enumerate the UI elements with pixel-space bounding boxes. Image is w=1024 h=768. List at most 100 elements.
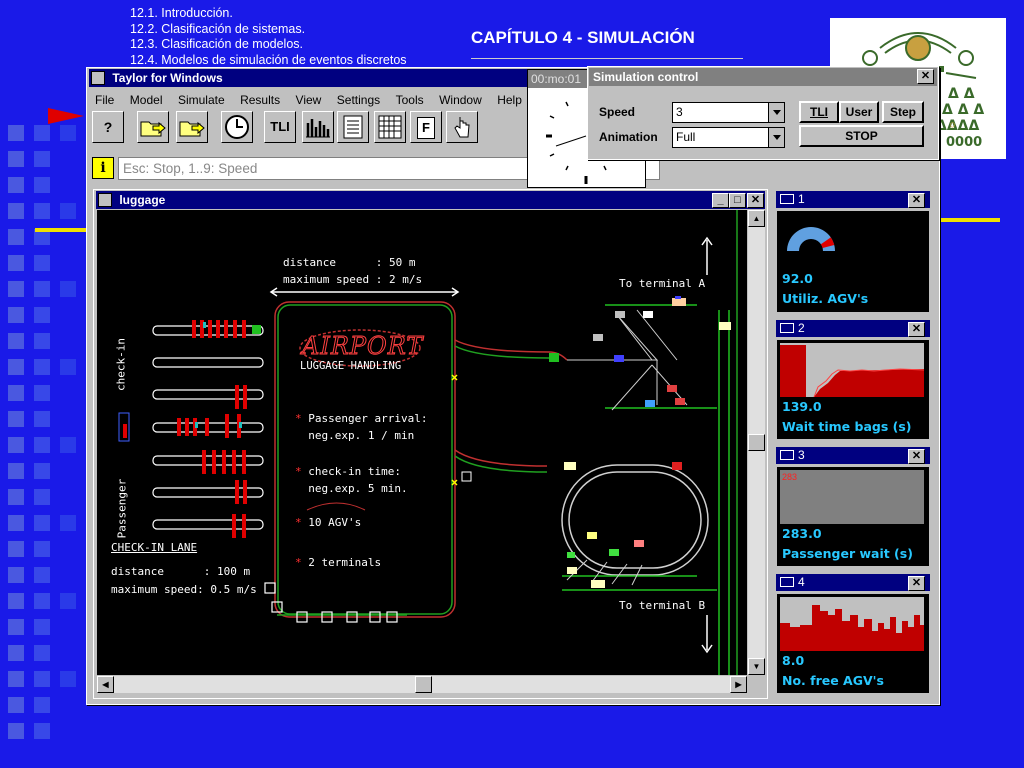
luggage-title-bar[interactable]: luggage (96, 191, 765, 209)
bullet-star-icon: * (295, 412, 302, 425)
svg-text:Δ Δ Δ: Δ Δ Δ (942, 102, 984, 118)
vertical-scrollbar[interactable]: ▲ ▼ (748, 210, 765, 675)
decor-square (34, 203, 50, 219)
decor-square (60, 359, 76, 375)
panel-label: Wait time bags (s) (782, 419, 912, 434)
decor-square (8, 463, 24, 479)
decor-square (8, 281, 24, 297)
clock-button[interactable] (221, 111, 253, 143)
menu-view[interactable]: View (296, 93, 322, 107)
to-terminal-b-label: To terminal B (619, 599, 706, 612)
decor-square (60, 515, 76, 531)
decor-square (34, 307, 50, 323)
menu-help[interactable]: Help (497, 93, 522, 107)
decor-square (34, 437, 50, 453)
panel-label: No. free AGV's (782, 673, 884, 688)
bar-chart-button[interactable] (302, 111, 334, 143)
simulation-control-window: Simulation control ✕ Speed 3 Animation F… (587, 66, 939, 160)
scroll-left-button[interactable]: ◀ (97, 676, 114, 693)
panel-close-button[interactable]: ✕ (908, 576, 925, 591)
scroll-thumb[interactable] (748, 434, 765, 451)
decor-square (8, 333, 24, 349)
folder-arrow-icon (179, 121, 205, 137)
f-file-icon: F (417, 117, 435, 139)
scroll-right-button[interactable]: ▶ (730, 676, 747, 693)
speed-bottom-label: maximum speed: 0.5 m/s (111, 583, 257, 596)
menu-results[interactable]: Results (240, 93, 280, 107)
tli-button[interactable]: TLI (799, 101, 839, 123)
toc-item: 12.2. Clasificación de sistemas. (130, 21, 306, 36)
toc-item: 12.3. Clasificación de modelos. (130, 37, 304, 51)
tli-toolbar-button[interactable]: TLI (264, 111, 296, 143)
chevron-down-icon (772, 135, 781, 140)
animation-dropdown-arrow[interactable] (768, 128, 784, 147)
decor-square (8, 541, 24, 557)
menu-tools[interactable]: Tools (396, 93, 424, 107)
report-button[interactable] (337, 111, 369, 143)
decor-square (8, 645, 24, 661)
user-button[interactable]: User (839, 101, 879, 123)
bar-chart-icon (306, 119, 330, 138)
maximize-button[interactable]: □ (729, 193, 746, 208)
decor-square (34, 281, 50, 297)
menu-window[interactable]: Window (439, 93, 482, 107)
sim-control-close-button[interactable]: ✕ (917, 69, 934, 84)
panel-title-bar[interactable]: 1 (776, 191, 930, 208)
speed-dropdown-arrow[interactable] (768, 103, 784, 122)
panel-close-button[interactable]: ✕ (908, 322, 925, 337)
decor-square (8, 619, 24, 635)
main-title-bar[interactable]: Taylor for Windows (89, 69, 529, 87)
decor-square (34, 489, 50, 505)
panel-body: 8.0 No. free AGV's (777, 594, 929, 693)
scroll-down-button[interactable]: ▼ (748, 658, 765, 675)
minimize-button[interactable]: _ (712, 193, 729, 208)
menu-simulate[interactable]: Simulate (178, 93, 225, 107)
decor-square (8, 385, 24, 401)
speed-label: Speed (599, 105, 636, 119)
document-list-icon (343, 115, 363, 139)
scroll-h-thumb[interactable] (415, 676, 432, 693)
svg-text:ΔΔΔΔ: ΔΔΔΔ (936, 118, 980, 134)
decor-square (60, 671, 76, 687)
sim-control-title-bar[interactable]: Simulation control (589, 68, 937, 86)
horizontal-scrollbar[interactable]: ◀ ▶ (97, 676, 747, 693)
panel-close-button[interactable]: ✕ (908, 449, 925, 464)
hand-pointer-button[interactable] (446, 111, 478, 143)
status-text: Esc: Stop, 1..9: Speed (123, 161, 258, 176)
table-button[interactable] (374, 111, 406, 143)
panel-number: 2 (798, 321, 805, 335)
result-panel-2: 2 ✕ 139.0 Wait time bags (s) (774, 318, 932, 442)
f-file-button[interactable]: F (410, 111, 442, 143)
panel-number: 4 (798, 575, 805, 589)
step-button[interactable]: Step (882, 101, 924, 123)
panel-window-icon (780, 450, 794, 460)
simulation-canvas[interactable]: distance : 50 m maximum speed : 2 m/s To… (97, 210, 747, 675)
menu-file[interactable]: File (95, 93, 114, 107)
panel-title-bar[interactable]: 3 (776, 447, 930, 464)
bullet-star-icon: * (295, 516, 302, 529)
result-panel-3: 3 ✕ 283 283.0 Passenger wait (s) (774, 445, 932, 569)
menu-settings[interactable]: Settings (337, 93, 380, 107)
close-button[interactable]: ✕ (747, 193, 764, 208)
svg-text:Δ Δ: Δ Δ (948, 86, 975, 102)
passenger-vertical-label: Passenger (115, 478, 129, 539)
result-panel-1: 1 ✕ 92.0 Utiliz. AGV's (774, 189, 932, 316)
clock-icon (225, 115, 249, 139)
panel-title-bar[interactable]: 4 (776, 574, 930, 591)
decor-square (8, 125, 24, 141)
panel-body: 139.0 Wait time bags (s) (777, 340, 929, 439)
menu-model[interactable]: Model (130, 93, 163, 107)
scroll-up-button[interactable]: ▲ (748, 210, 765, 227)
panel-title-bar[interactable]: 2 (776, 320, 930, 337)
decor-square (60, 203, 76, 219)
decor-square (8, 593, 24, 609)
panel-close-button[interactable]: ✕ (908, 193, 925, 208)
decor-square (34, 411, 50, 427)
decor-square (34, 567, 50, 583)
result-panel-4: 4 ✕ 8.0 No. free AGV's (774, 572, 932, 696)
stop-button[interactable]: STOP (799, 125, 924, 147)
help-button[interactable]: ? (92, 111, 124, 143)
decor-square (34, 593, 50, 609)
open-folder-button[interactable] (137, 111, 169, 143)
save-folder-button[interactable] (176, 111, 208, 143)
